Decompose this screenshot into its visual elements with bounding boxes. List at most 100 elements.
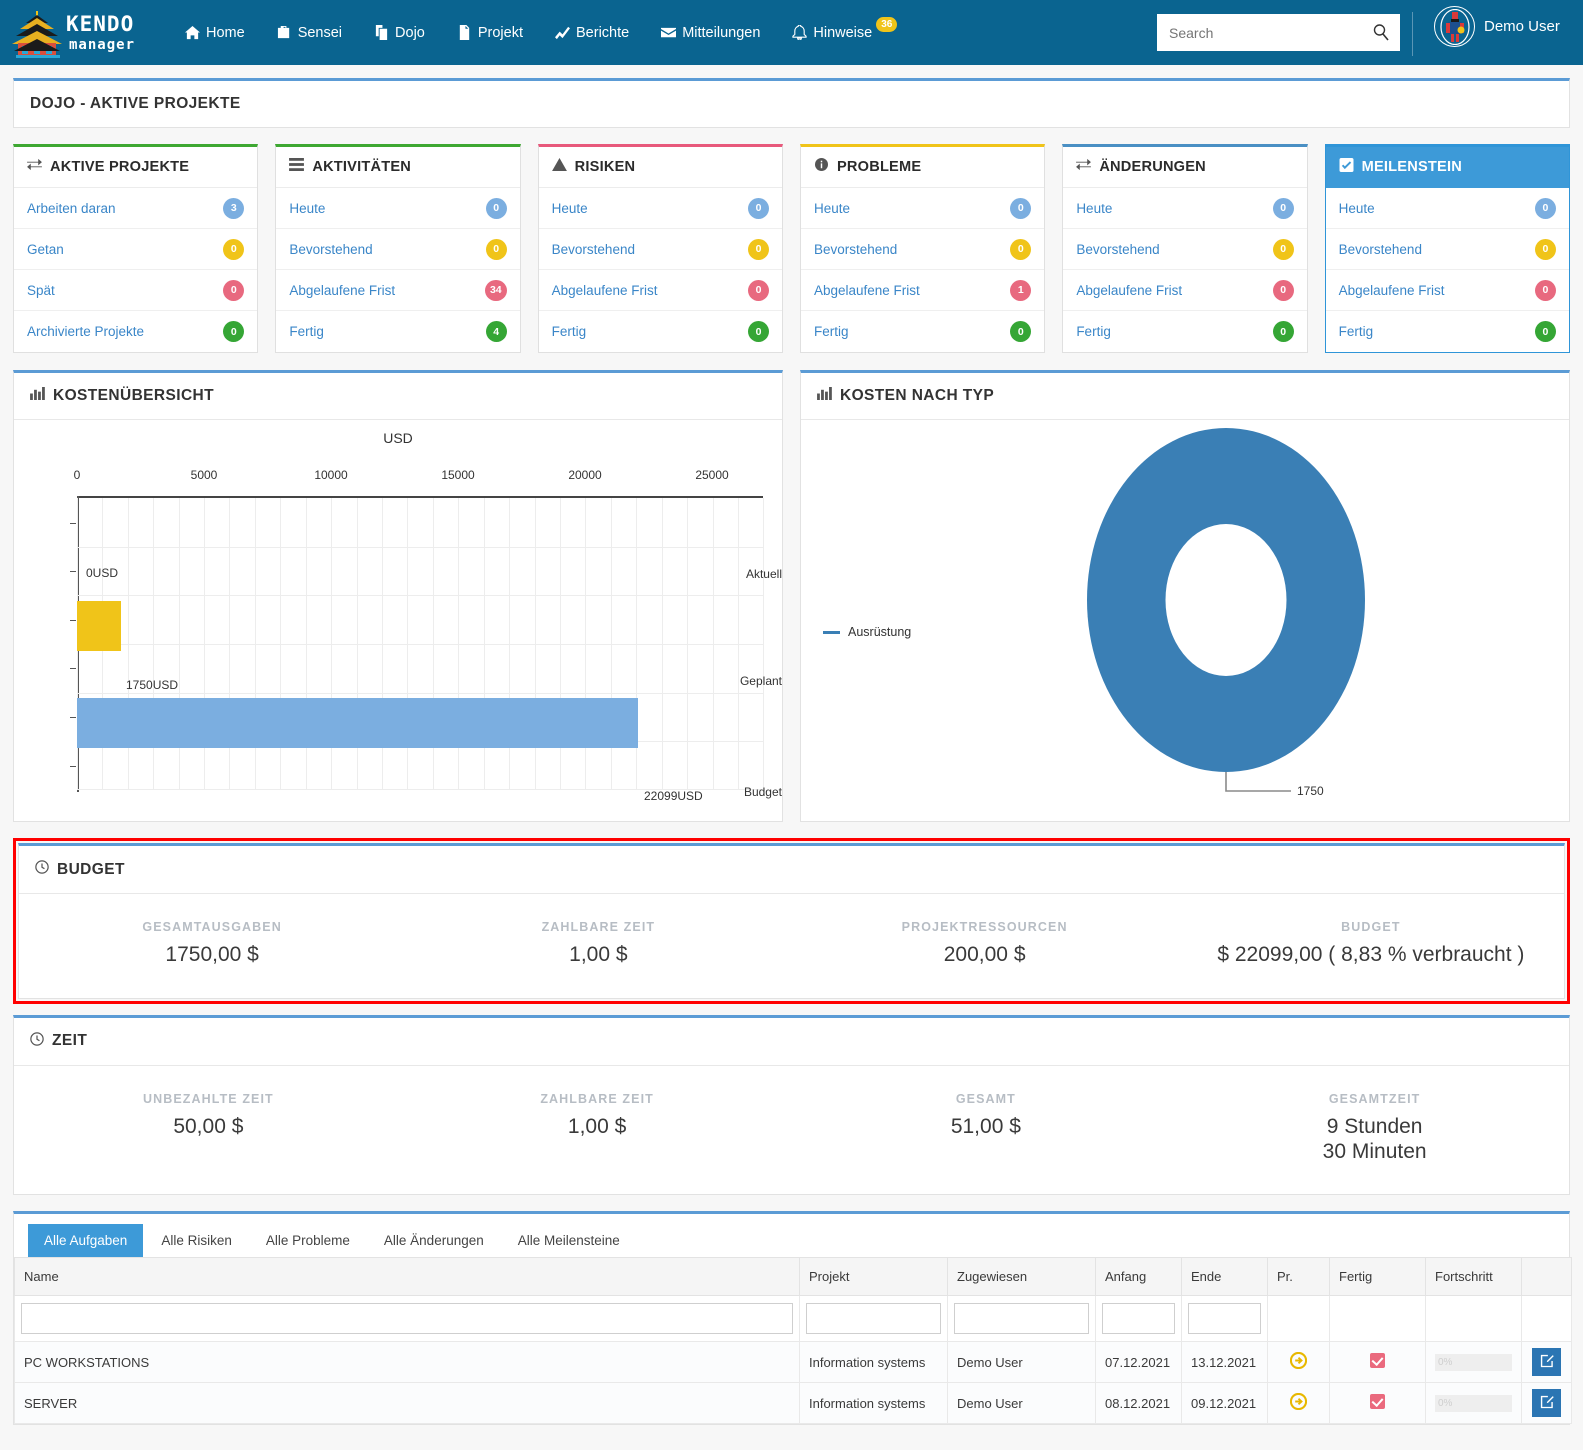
card-row-label[interactable]: Getan — [27, 242, 64, 257]
status-card-probleme: PROBLEME Heute 0 Bevorstehend 0 Abgelauf… — [799, 144, 1046, 353]
cell-name[interactable]: PC WORKSTATIONS — [14, 1341, 800, 1384]
nav-item-home[interactable]: Home — [172, 19, 258, 47]
card-row-label[interactable]: Bevorstehend — [814, 242, 897, 257]
app-logo[interactable]: KENDO manager — [6, 5, 138, 61]
table-row[interactable]: PC WORKSTATIONS Information systems Demo… — [14, 1341, 1572, 1384]
card-row-label[interactable]: Bevorstehend — [1339, 242, 1422, 257]
bar-chart-icon — [817, 387, 832, 405]
card-row[interactable]: Archivierte Projekte 0 — [14, 311, 257, 352]
tab-alle-aufgaben[interactable]: Alle Aufgaben — [28, 1224, 144, 1258]
filter-input-ende[interactable] — [1188, 1303, 1261, 1335]
edit-row-button[interactable] — [1532, 1389, 1561, 1418]
edit-row-button[interactable] — [1532, 1348, 1561, 1377]
filter-input-name[interactable] — [21, 1303, 793, 1335]
card-row-label[interactable]: Archivierte Projekte — [27, 324, 144, 339]
tab-alle-meilensteine[interactable]: Alle Meilensteine — [502, 1224, 636, 1257]
card-row[interactable]: Heute 0 — [1325, 188, 1569, 229]
filter-input-projekt[interactable] — [806, 1303, 941, 1335]
card-header: PROBLEME — [800, 147, 1045, 188]
card-row[interactable]: Abgelaufene Frist 0 — [538, 270, 782, 311]
card-row-label[interactable]: Abgelaufene Frist — [1076, 283, 1182, 298]
card-row-label[interactable]: Fertig — [1076, 324, 1111, 339]
column-header-anfang[interactable]: Anfang — [1095, 1257, 1182, 1297]
filter-input-zugewiesen[interactable] — [954, 1303, 1089, 1335]
card-row[interactable]: Abgelaufene Frist 0 — [1325, 270, 1569, 311]
card-row[interactable]: Fertig 0 — [801, 311, 1044, 352]
card-row[interactable]: Fertig 0 — [1063, 311, 1306, 352]
stat-value-line2: 30 Minuten — [1322, 1139, 1427, 1163]
column-header-ende[interactable]: Ende — [1181, 1257, 1268, 1297]
card-row-count: 4 — [485, 321, 507, 342]
nav-item-sensei[interactable]: Sensei — [264, 19, 355, 47]
card-row-label[interactable]: Heute — [1076, 201, 1112, 216]
card-row-label[interactable]: Heute — [289, 201, 325, 216]
card-row-label[interactable]: Abgelaufene Frist — [814, 283, 920, 298]
card-row-label[interactable]: Arbeiten daran — [27, 201, 116, 216]
nav-item-hinweise[interactable]: Hinweise 36 — [779, 17, 912, 47]
card-row[interactable]: Arbeiten daran 3 — [14, 188, 258, 229]
card-row[interactable]: Fertig 0 — [1326, 311, 1569, 352]
search-box[interactable] — [1157, 14, 1400, 51]
card-row-label[interactable]: Fertig — [814, 324, 849, 339]
tab-alle-aenderungen[interactable]: Alle Änderungen — [368, 1224, 500, 1257]
card-row[interactable]: Heute 0 — [276, 188, 520, 229]
filter-cell-projekt[interactable] — [799, 1295, 948, 1343]
card-row-label[interactable]: Abgelaufene Frist — [552, 283, 658, 298]
card-row-label[interactable]: Spät — [27, 283, 55, 298]
card-row[interactable]: Bevorstehend 0 — [276, 229, 520, 270]
column-header-prioritaet[interactable]: Pr. — [1267, 1257, 1330, 1297]
card-row[interactable]: Getan 0 — [14, 229, 258, 270]
bar-data-label-aktuell: 0USD — [86, 566, 119, 580]
card-row[interactable]: Fertig 4 — [276, 311, 519, 352]
tasks-panel: Alle Aufgaben Alle Risiken Alle Probleme… — [13, 1211, 1572, 1426]
search-input[interactable] — [1157, 14, 1400, 51]
filter-cell-anfang[interactable] — [1095, 1295, 1182, 1343]
filter-cell-name[interactable] — [14, 1295, 800, 1343]
card-row[interactable]: Fertig 0 — [539, 311, 782, 352]
nav-item-mitteilungen[interactable]: Mitteilungen — [648, 19, 773, 47]
tab-alle-risiken[interactable]: Alle Risiken — [145, 1224, 248, 1257]
card-row[interactable]: Heute 0 — [538, 188, 782, 229]
column-header-projekt[interactable]: Projekt — [799, 1257, 948, 1297]
time-panel-header: ZEIT — [14, 1018, 1569, 1066]
column-header-name[interactable]: Name — [14, 1257, 800, 1297]
card-row-label[interactable]: Heute — [552, 201, 588, 216]
user-menu[interactable]: Demo User — [1412, 6, 1560, 56]
card-row[interactable]: Bevorstehend 0 — [800, 229, 1045, 270]
card-row[interactable]: Abgelaufene Frist 1 — [800, 270, 1045, 311]
card-row-label[interactable]: Heute — [814, 201, 850, 216]
card-row[interactable]: Bevorstehend 0 — [1063, 229, 1307, 270]
nav-item-projekt[interactable]: Projekt — [444, 19, 536, 47]
card-row-label[interactable]: Bevorstehend — [289, 242, 372, 257]
column-header-fertig[interactable]: Fertig — [1329, 1257, 1426, 1297]
cell-name[interactable]: SERVER — [14, 1382, 800, 1425]
card-row-label[interactable]: Bevorstehend — [552, 242, 635, 257]
card-row-label[interactable]: Abgelaufene Frist — [1339, 283, 1445, 298]
legend-ausruestung[interactable]: Ausrüstung — [823, 625, 911, 639]
filter-input-anfang[interactable] — [1102, 1303, 1175, 1335]
card-row[interactable]: Spät 0 — [14, 270, 258, 311]
card-row-label[interactable]: Fertig — [1339, 324, 1374, 339]
card-row-label[interactable]: Abgelaufene Frist — [289, 283, 395, 298]
card-row[interactable]: Abgelaufene Frist 34 — [276, 270, 520, 311]
nav-item-dojo[interactable]: Dojo — [361, 19, 438, 47]
card-row-label[interactable]: Fertig — [552, 324, 587, 339]
filter-cell-zugewiesen[interactable] — [947, 1295, 1096, 1343]
card-row-label[interactable]: Fertig — [289, 324, 324, 339]
card-row[interactable]: Heute 0 — [800, 188, 1045, 229]
column-header-fortschritt[interactable]: Fortschritt — [1425, 1257, 1522, 1297]
column-header-zugewiesen[interactable]: Zugewiesen — [947, 1257, 1096, 1297]
search-icon[interactable] — [1372, 23, 1390, 41]
filter-cell-ende[interactable] — [1181, 1295, 1268, 1343]
tab-alle-probleme[interactable]: Alle Probleme — [250, 1224, 366, 1257]
exchange-icon — [27, 158, 42, 175]
card-row-label[interactable]: Heute — [1339, 201, 1375, 216]
card-row[interactable]: Bevorstehend 0 — [1325, 229, 1569, 270]
card-row[interactable]: Bevorstehend 0 — [538, 229, 782, 270]
card-row[interactable]: Heute 0 — [1063, 188, 1307, 229]
card-row-label[interactable]: Bevorstehend — [1076, 242, 1159, 257]
stat-label: BUDGET — [1341, 920, 1401, 934]
nav-item-berichte[interactable]: Berichte — [542, 19, 642, 47]
table-row[interactable]: SERVER Information systems Demo User 08.… — [14, 1382, 1572, 1425]
card-row[interactable]: Abgelaufene Frist 0 — [1063, 270, 1307, 311]
